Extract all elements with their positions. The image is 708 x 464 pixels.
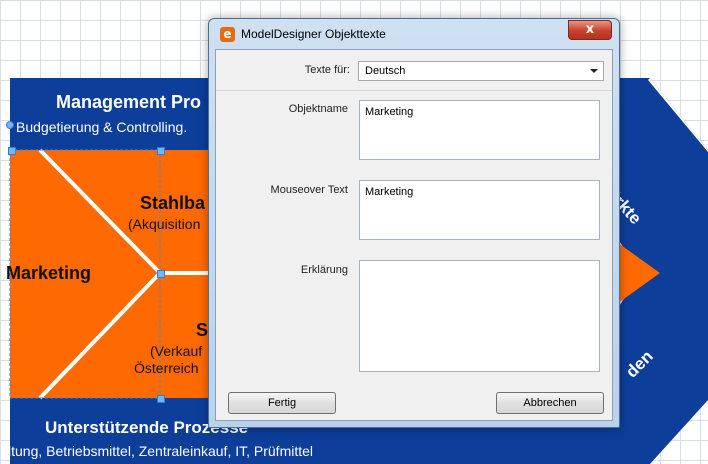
selection-handle[interactable] [6, 121, 14, 129]
texte-fuer-label: Texte für: [304, 64, 350, 76]
support-subtitle: ltung, Betriebsmittel, Zentraleinkauf, I… [8, 443, 314, 459]
objekttexte-dialog: e ModelDesigner Objekttexte x Texte für:… [208, 18, 620, 428]
mouseover-field[interactable]: Marketing [359, 180, 600, 240]
selection-handle[interactable] [157, 147, 165, 155]
dialog-title-bar[interactable]: e ModelDesigner Objekttexte x [209, 19, 619, 49]
objektname-field[interactable]: Marketing [359, 100, 600, 160]
stahlbau-label[interactable]: Stahlba [140, 193, 205, 214]
oesterreich-label: Österreich [134, 360, 199, 376]
objektname-label: Objektname [288, 103, 348, 115]
fertig-button[interactable]: Fertig [228, 392, 336, 414]
separator [216, 90, 612, 91]
dialog-client-area: Texte für: Deutsch Objektname Marketing … [215, 49, 613, 421]
selection-handle[interactable] [8, 147, 16, 155]
s-label[interactable]: S [196, 320, 208, 341]
close-button[interactable]: x [568, 20, 612, 40]
language-select-value: Deutsch [365, 65, 406, 77]
chevron-down-icon [590, 69, 598, 73]
selection-handle[interactable] [157, 270, 165, 278]
marketing-label[interactable]: Marketing [6, 263, 91, 284]
management-subtitle: Budgetierung & Controlling. [16, 119, 188, 135]
language-select[interactable]: Deutsch [358, 61, 604, 81]
mouseover-label: Mouseover Text [270, 184, 348, 196]
management-title: Management Pro [56, 92, 202, 112]
erklaerung-field[interactable] [359, 260, 600, 372]
dialog-title: ModelDesigner Objekttexte [241, 27, 386, 41]
verkauf-label: (Verkauf [150, 343, 203, 359]
abbrechen-button[interactable]: Abbrechen [496, 392, 604, 414]
app-logo-icon: e [220, 27, 235, 42]
selection-handle[interactable] [157, 395, 165, 403]
akquisition-label: (Akquisition [128, 216, 201, 232]
erklaerung-label: Erklärung [300, 264, 348, 276]
